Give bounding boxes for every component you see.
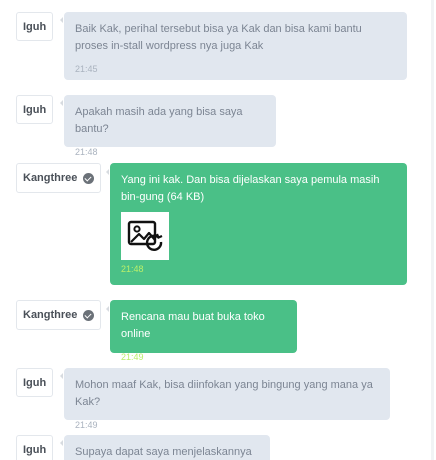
message-text: Mohon maaf Kak, bisa diinfokan yang bing… bbox=[75, 379, 373, 408]
message-text: Baik Kak, perihal tersebut bisa ya Kak d… bbox=[75, 23, 362, 52]
message-time: 21:45 bbox=[75, 64, 98, 74]
message-text: Rencana mau buat buka toko online bbox=[121, 311, 265, 340]
verified-check-icon bbox=[83, 309, 95, 321]
sender-name: Kangthree bbox=[23, 172, 78, 184]
sender-badge: Iguh bbox=[16, 435, 54, 460]
sender-badge: Iguh bbox=[16, 368, 54, 397]
image-refresh-icon bbox=[127, 220, 163, 251]
bubble-caret bbox=[60, 440, 63, 446]
message-text: Apakah masih ada yang bisa saya bantu? bbox=[75, 106, 243, 135]
image-attachment[interactable] bbox=[121, 212, 169, 260]
message-text: Yang ini kak. Dan bisa dijelaskan saya p… bbox=[121, 174, 380, 203]
bubble-caret bbox=[60, 373, 63, 379]
message-bubble: Yang ini kak. Dan bisa dijelaskan saya p… bbox=[110, 163, 407, 285]
message-bubble: Mohon maaf Kak, bisa diinfokan yang bing… bbox=[64, 368, 390, 430]
sender-name: Iguh bbox=[23, 443, 47, 456]
message-time: 21:48 bbox=[75, 147, 98, 157]
scrollbar-track[interactable] bbox=[431, 0, 434, 460]
sender-badge: Iguh bbox=[16, 95, 54, 124]
sender-badge: Iguh bbox=[16, 12, 54, 41]
message-time: 21:48 bbox=[121, 264, 144, 274]
bubble-caret bbox=[60, 100, 63, 106]
sender-name: Iguh bbox=[23, 103, 47, 116]
verified-check-icon bbox=[83, 172, 95, 184]
message-time: 21:49 bbox=[121, 352, 144, 362]
sender-badge: Kangthree bbox=[16, 163, 102, 193]
sender-name: Kangthree bbox=[23, 309, 78, 321]
message-bubble: Rencana mau buat buka toko online 21:49 bbox=[110, 300, 297, 362]
message-time: 21:49 bbox=[75, 420, 98, 430]
sender-badge: Kangthree bbox=[16, 300, 102, 330]
message-bubble: Supaya dapat saya menjelaskannya Kak bbox=[64, 435, 270, 460]
message-text: Supaya dapat saya menjelaskannya Kak bbox=[75, 446, 252, 458]
sender-name: Iguh bbox=[23, 376, 47, 389]
message-bubble: Baik Kak, perihal tersebut bisa ya Kak d… bbox=[64, 12, 407, 80]
bubble-caret bbox=[106, 306, 109, 312]
sender-name: Iguh bbox=[23, 20, 47, 33]
message-bubble: Apakah masih ada yang bisa saya bantu? 2… bbox=[64, 95, 276, 157]
bubble-caret bbox=[106, 169, 109, 175]
bubble-caret bbox=[60, 17, 63, 23]
